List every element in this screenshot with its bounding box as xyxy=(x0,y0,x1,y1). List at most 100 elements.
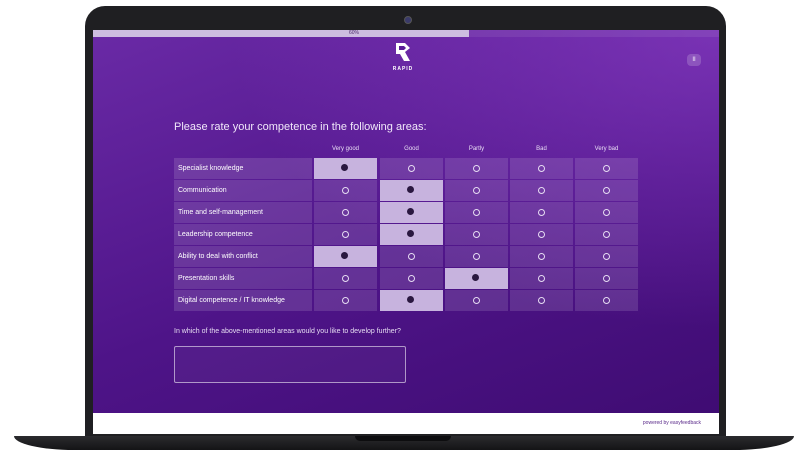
rating-option-very-bad[interactable] xyxy=(575,268,638,289)
open-question-label: In which of the above-mentioned areas wo… xyxy=(174,328,401,335)
rating-option-good[interactable] xyxy=(380,202,443,223)
radio-empty-icon[interactable] xyxy=(538,165,545,172)
matrix-row: Specialist knowledge xyxy=(174,158,640,179)
rating-option-partly[interactable] xyxy=(445,224,508,245)
matrix-row-label: Ability to deal with conflict xyxy=(174,246,312,267)
rating-option-partly[interactable] xyxy=(445,246,508,267)
rating-option-good[interactable] xyxy=(380,268,443,289)
radio-empty-icon[interactable] xyxy=(408,253,415,260)
rating-option-partly[interactable] xyxy=(445,180,508,201)
radio-selected-icon[interactable] xyxy=(341,252,348,259)
radio-empty-icon[interactable] xyxy=(538,187,545,194)
radio-empty-icon[interactable] xyxy=(538,253,545,260)
progress-label: 60% xyxy=(349,30,360,36)
rating-option-very-bad[interactable] xyxy=(575,290,638,311)
radio-empty-icon[interactable] xyxy=(473,297,480,304)
rating-option-good[interactable] xyxy=(380,158,443,179)
column-header-bad: Bad xyxy=(536,146,547,152)
rating-option-very-bad[interactable] xyxy=(575,158,638,179)
rating-option-partly[interactable] xyxy=(445,268,508,289)
rating-option-bad[interactable] xyxy=(510,224,573,245)
radio-selected-icon[interactable] xyxy=(407,230,414,237)
rating-option-partly[interactable] xyxy=(445,202,508,223)
column-header-good: Good xyxy=(404,146,419,152)
development-areas-textarea[interactable] xyxy=(174,346,406,383)
radio-empty-icon[interactable] xyxy=(408,275,415,282)
rating-option-very-bad[interactable] xyxy=(575,180,638,201)
matrix-row-label: Time and self-management xyxy=(174,202,312,223)
radio-empty-icon[interactable] xyxy=(603,187,610,194)
rating-option-bad[interactable] xyxy=(510,246,573,267)
radio-empty-icon[interactable] xyxy=(538,275,545,282)
radio-empty-icon[interactable] xyxy=(603,297,610,304)
column-header-very-good: Very good xyxy=(331,146,360,152)
radio-empty-icon[interactable] xyxy=(342,231,349,238)
rating-option-very-bad[interactable] xyxy=(575,224,638,245)
radio-empty-icon[interactable] xyxy=(342,297,349,304)
radio-empty-icon[interactable] xyxy=(603,275,610,282)
matrix-row-label: Digital competence / IT knowledge xyxy=(174,290,312,311)
rating-option-very-good[interactable] xyxy=(314,268,377,289)
radio-empty-icon[interactable] xyxy=(538,297,545,304)
rating-option-good[interactable] xyxy=(380,224,443,245)
radio-empty-icon[interactable] xyxy=(538,231,545,238)
radio-empty-icon[interactable] xyxy=(603,165,610,172)
radio-selected-icon[interactable] xyxy=(407,186,414,193)
webcam-icon xyxy=(404,16,412,24)
rating-option-bad[interactable] xyxy=(510,290,573,311)
rating-option-very-good[interactable] xyxy=(314,290,377,311)
matrix-row: Presentation skills xyxy=(174,268,640,289)
matrix-row-label: Communication xyxy=(174,180,312,201)
radio-empty-icon[interactable] xyxy=(603,253,610,260)
rating-option-bad[interactable] xyxy=(510,158,573,179)
rating-option-bad[interactable] xyxy=(510,268,573,289)
survey-page: 60% RAPID II Please rate your competence… xyxy=(93,30,719,413)
matrix-row-label: Specialist knowledge xyxy=(174,158,312,179)
column-header-very-bad: Very bad xyxy=(594,146,619,152)
rating-option-very-bad[interactable] xyxy=(575,202,638,223)
matrix-row: Digital competence / IT knowledge xyxy=(174,290,640,311)
matrix-row: Leadership competence xyxy=(174,224,640,245)
rating-option-good[interactable] xyxy=(380,246,443,267)
radio-selected-icon[interactable] xyxy=(407,296,414,303)
radio-selected-icon[interactable] xyxy=(341,164,348,171)
pause-button[interactable]: II xyxy=(687,54,701,66)
radio-empty-icon[interactable] xyxy=(473,209,480,216)
radio-selected-icon[interactable] xyxy=(407,208,414,215)
rating-option-bad[interactable] xyxy=(510,202,573,223)
rating-option-good[interactable] xyxy=(380,180,443,201)
matrix-row: Communication xyxy=(174,180,640,201)
footer: powered by easyfeedback xyxy=(93,413,719,434)
powered-by-link[interactable]: powered by easyfeedback xyxy=(643,420,701,426)
radio-empty-icon[interactable] xyxy=(342,187,349,194)
rating-option-very-good[interactable] xyxy=(314,224,377,245)
matrix-row: Ability to deal with conflict xyxy=(174,246,640,267)
rating-option-partly[interactable] xyxy=(445,290,508,311)
progress-bar: 60% xyxy=(93,30,719,37)
radio-empty-icon[interactable] xyxy=(473,187,480,194)
radio-empty-icon[interactable] xyxy=(538,209,545,216)
rating-option-very-good[interactable] xyxy=(314,158,377,179)
rating-option-good[interactable] xyxy=(380,290,443,311)
matrix-row-label: Presentation skills xyxy=(174,268,312,289)
question-title: Please rate your competence in the follo… xyxy=(174,121,427,133)
progress-bar-fill xyxy=(93,30,469,37)
radio-empty-icon[interactable] xyxy=(342,275,349,282)
radio-empty-icon[interactable] xyxy=(408,165,415,172)
matrix-row-label: Leadership competence xyxy=(174,224,312,245)
rating-option-very-good[interactable] xyxy=(314,180,377,201)
screen: 60% RAPID II Please rate your competence… xyxy=(93,30,719,434)
rapid-logo-icon xyxy=(396,43,410,61)
rating-option-very-bad[interactable] xyxy=(575,246,638,267)
radio-empty-icon[interactable] xyxy=(473,165,480,172)
radio-empty-icon[interactable] xyxy=(473,253,480,260)
rating-option-bad[interactable] xyxy=(510,180,573,201)
rating-option-partly[interactable] xyxy=(445,158,508,179)
radio-empty-icon[interactable] xyxy=(473,231,480,238)
rating-option-very-good[interactable] xyxy=(314,246,377,267)
radio-empty-icon[interactable] xyxy=(603,231,610,238)
rating-option-very-good[interactable] xyxy=(314,202,377,223)
radio-selected-icon[interactable] xyxy=(472,274,479,281)
radio-empty-icon[interactable] xyxy=(342,209,349,216)
radio-empty-icon[interactable] xyxy=(603,209,610,216)
